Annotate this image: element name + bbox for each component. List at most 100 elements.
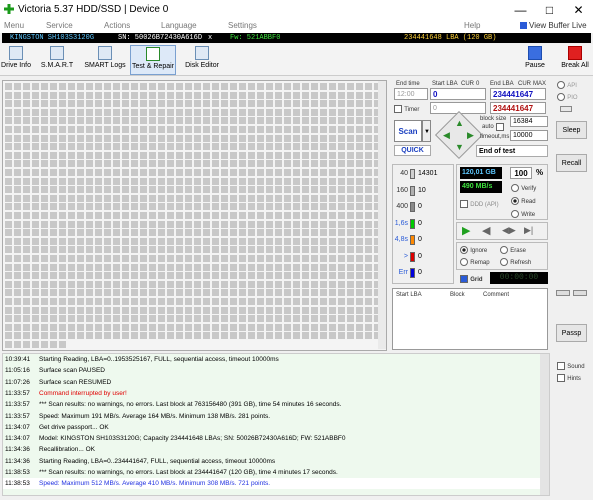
grid-block (131, 126, 138, 133)
grid-block (41, 203, 48, 211)
grid-block (320, 280, 327, 288)
drive-info-button[interactable]: Drive Info (0, 45, 32, 75)
log-scrollbar[interactable] (540, 354, 549, 495)
sleep-button[interactable]: Sleep (556, 121, 587, 139)
smart-button[interactable]: S.M.A.R.T (36, 45, 78, 75)
grid-block (32, 246, 39, 254)
erase-label: Erase (510, 248, 526, 254)
grid-block (41, 177, 48, 185)
grid-block (59, 263, 66, 271)
grid-block (32, 237, 39, 245)
close-drive-button[interactable]: x (208, 33, 212, 43)
grid-block (68, 194, 75, 202)
start-lba-field[interactable]: 0 (430, 88, 486, 100)
grid-block (266, 263, 273, 271)
end-of-test-select[interactable]: End of test (476, 145, 548, 157)
cur-zero-label[interactable]: 0 (476, 81, 479, 87)
timeout-select[interactable]: 10000 (510, 130, 548, 141)
quick-button[interactable]: QUICK (394, 145, 431, 156)
disk-editor-button[interactable]: Disk Editor (180, 45, 224, 75)
end-lba-field[interactable]: 234441647 (490, 88, 546, 100)
grid-block (194, 298, 201, 305)
grid-block (5, 91, 12, 99)
end-time-field[interactable]: 12:00 (394, 88, 428, 100)
grid-block (230, 203, 237, 211)
scan-button[interactable]: Scan (394, 120, 422, 142)
grid-block (131, 169, 138, 176)
end-lba-current-field[interactable]: 234441647 (490, 102, 546, 114)
auto-checkbox[interactable] (496, 123, 504, 131)
grid-block (302, 194, 309, 202)
menu-item-service[interactable]: Service (46, 21, 73, 30)
cur-label-2[interactable]: CUR (518, 81, 531, 87)
grid-block (113, 143, 120, 151)
pause-button[interactable]: Pause (522, 45, 548, 75)
recall-button[interactable]: Recall (556, 154, 587, 172)
grid-block (275, 194, 282, 202)
grid-block (347, 177, 354, 185)
grid-block (329, 229, 336, 237)
grid-block (230, 194, 237, 202)
skip-back-icon[interactable]: ◀▶ (502, 225, 516, 236)
timer-checkbox[interactable] (394, 104, 402, 113)
grid-block (302, 229, 309, 237)
ddd-api-checkbox[interactable] (460, 199, 468, 208)
maximize-icon[interactable]: □ (535, 0, 564, 20)
drive-info-icon (9, 46, 23, 60)
grid-block (185, 246, 192, 254)
menu-item-help[interactable]: Help (464, 21, 480, 30)
menu-item-menu[interactable]: Menu (4, 21, 24, 30)
left-arrow-icon[interactable]: ◀ (443, 130, 450, 141)
grid-block (59, 117, 66, 125)
grid-block (203, 315, 210, 323)
grid-block (248, 126, 255, 133)
break-all-button[interactable]: Break All (558, 45, 592, 75)
write-radio[interactable] (511, 209, 519, 218)
grid-block (293, 203, 300, 211)
test-repair-button[interactable]: Test & Repair (130, 45, 176, 75)
cur-label-1[interactable]: CUR (461, 81, 474, 87)
down-arrow-icon[interactable]: ▼ (455, 142, 464, 152)
menu-item-settings[interactable]: Settings (228, 21, 257, 30)
grid-block (221, 306, 228, 314)
menu-item-actions[interactable]: Actions (104, 21, 130, 30)
grid-block (320, 91, 327, 99)
skip-end-icon[interactable]: ▶| (524, 225, 533, 236)
grid-block (23, 91, 30, 99)
right-arrow-icon[interactable]: ▶ (467, 130, 474, 141)
ignore-radio[interactable] (460, 245, 468, 254)
smart-logs-button[interactable]: SMART Logs (82, 45, 128, 75)
passp-button[interactable]: Passp (556, 324, 587, 342)
grid-scrollbar[interactable] (378, 81, 386, 349)
grid-block (86, 177, 93, 185)
grid-block (104, 151, 111, 159)
grid-block (230, 108, 237, 116)
grid-block (302, 298, 309, 305)
hints-checkbox[interactable] (557, 373, 565, 382)
close-icon[interactable]: ✕ (564, 0, 593, 20)
grid-checkbox[interactable] (460, 274, 468, 283)
sound-checkbox[interactable] (557, 361, 565, 370)
verify-radio[interactable] (511, 183, 519, 192)
api-radio[interactable] (557, 80, 565, 89)
grid-block (23, 212, 30, 219)
read-radio[interactable] (511, 196, 519, 205)
grid-block (203, 272, 210, 280)
grid-block (122, 246, 129, 254)
rewind-icon[interactable]: ◀ (482, 224, 490, 237)
refresh-radio[interactable] (500, 257, 508, 266)
erase-radio[interactable] (500, 245, 508, 254)
up-arrow-icon[interactable]: ▲ (455, 118, 464, 128)
scan-dropdown[interactable]: ▼ (422, 120, 431, 142)
grid-block (95, 263, 102, 271)
grid-block (140, 108, 147, 116)
menu-item-language[interactable]: Language (161, 21, 197, 30)
remap-radio[interactable] (460, 257, 468, 266)
play-icon[interactable]: ▶ (462, 224, 470, 237)
max-label[interactable]: MAX (533, 81, 546, 87)
block-size-select[interactable]: 16384 (510, 116, 548, 127)
minimize-icon[interactable]: — (506, 0, 535, 20)
grid-block (113, 306, 120, 314)
pio-radio[interactable] (557, 92, 565, 101)
view-buffer-checkbox[interactable] (520, 22, 527, 29)
